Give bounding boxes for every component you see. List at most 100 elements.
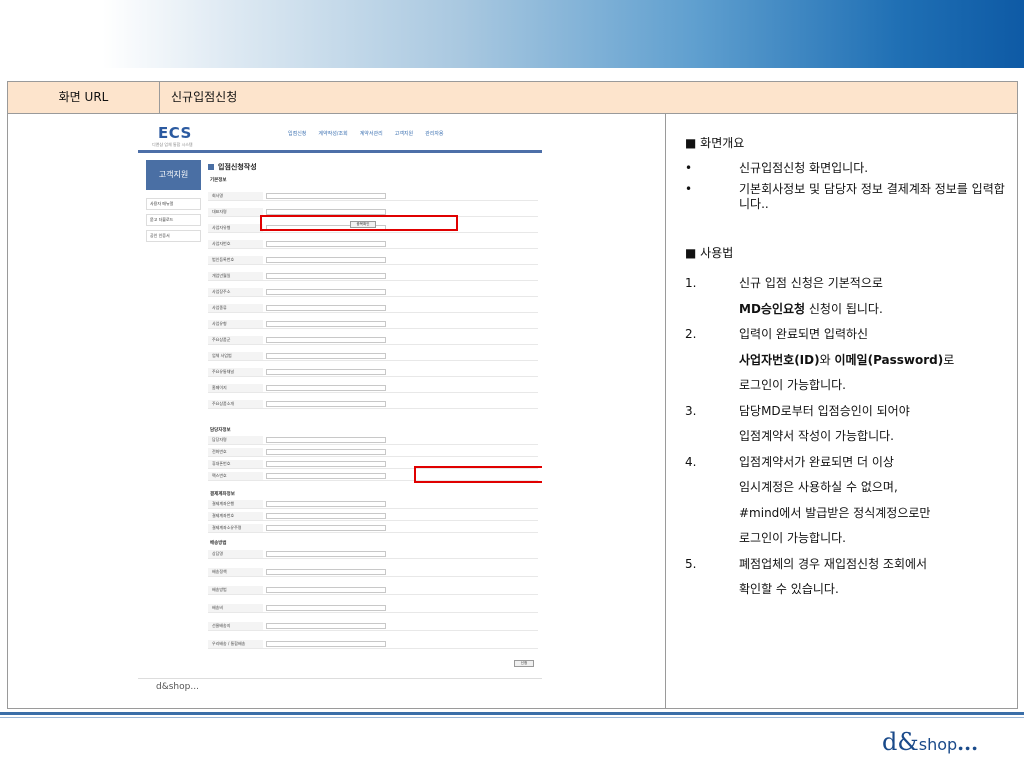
form-row: 배송정책 <box>208 568 538 577</box>
screenshot-panel: ECS 디앤샵 업체 통합 시스템 입점신청 계약작성/조회 계약서관리 고객지… <box>8 114 666 708</box>
form-input[interactable] <box>266 473 386 479</box>
form-label: 회사명 <box>208 192 263 200</box>
nav-item-contract[interactable]: 계약작성/조회 <box>318 130 347 137</box>
footer-divider <box>138 678 542 679</box>
form-input[interactable] <box>266 273 386 279</box>
description: ■ 화면개요 • 신규입점신청 화면입니다. • 기본회사정보 및 담당자 정보 결… <box>685 136 1005 596</box>
form-label: 결제계좌소유주명 <box>208 524 263 532</box>
form-input[interactable] <box>266 623 386 629</box>
nav-divider <box>138 150 542 153</box>
form-input[interactable] <box>266 305 386 311</box>
usage-title: ■ 사용법 <box>685 246 734 260</box>
screenshot: ECS 디앤샵 업체 통합 시스템 입점신청 계약작성/조회 계약서관리 고객지… <box>138 120 542 706</box>
form-label: 홈페이지 <box>208 384 263 392</box>
section-contact: 담당자정보 <box>210 428 231 433</box>
usage-step-1: 1. 신규 입점 신청은 기본적으로 <box>685 276 883 290</box>
form-input[interactable] <box>266 385 386 391</box>
form-input[interactable] <box>266 337 386 343</box>
form-label: 사업유형 <box>208 320 263 328</box>
form-row: 주요유통채널 <box>208 368 538 377</box>
form-input[interactable] <box>266 587 386 593</box>
usage-step-2: 2. 입력이 완료되면 입력하신 <box>685 327 869 341</box>
highlight-business-number <box>260 215 458 231</box>
side-item-cert[interactable]: 공인 인증서 <box>146 230 201 242</box>
form-input[interactable] <box>266 437 386 443</box>
header-label: 화면 URL <box>8 82 160 113</box>
form-input[interactable] <box>266 321 386 327</box>
form-label: 법인등록번호 <box>208 256 263 264</box>
description-panel: ■ 화면개요 • 신규입점신청 화면입니다. • 기본회사정보 및 담당자 정보 결… <box>667 114 1017 708</box>
nav-item-support[interactable]: 고객지원 <box>395 130 413 137</box>
form-row: 업체 사업범 <box>208 352 538 361</box>
form-label: 주요유통채널 <box>208 368 263 376</box>
form-row: 사업장주소 <box>208 288 538 297</box>
form-input[interactable] <box>266 461 386 467</box>
form-input[interactable] <box>266 369 386 375</box>
form-row: 사업종류 <box>208 304 538 313</box>
form-row: 상담명 <box>208 550 538 559</box>
form-input[interactable] <box>266 449 386 455</box>
brand-logo: d&shop... <box>882 728 979 756</box>
form-input[interactable] <box>266 193 386 199</box>
form-label: 전화번호 <box>208 448 263 456</box>
form-input[interactable] <box>266 289 386 295</box>
overview-title: ■ 화면개요 <box>685 136 745 150</box>
side-item-manual[interactable]: 사용자 매뉴얼 <box>146 198 201 210</box>
form-input[interactable] <box>266 353 386 359</box>
bottom-rule-thin <box>0 717 1024 718</box>
form-label: 사업자유형 <box>208 224 263 232</box>
form-title: 입점신청작성 <box>208 162 257 172</box>
section-shipping: 배송방법 <box>210 541 227 546</box>
bottom-rule <box>0 712 1024 715</box>
header-value: 신규입점신청 <box>171 90 238 104</box>
top-nav: 입점신청 계약작성/조회 계약서관리 고객지원 관리자용 <box>288 130 538 137</box>
form-row: 선물배송지 <box>208 622 538 631</box>
form-label: 결제계좌번호 <box>208 512 263 520</box>
form-row: 주요상품소개 <box>208 400 538 409</box>
usage-step-5: 5. 폐점업체의 경우 재입점신청 조회에서 <box>685 556 928 571</box>
form-input[interactable] <box>266 551 386 557</box>
overview-item: • 기본회사정보 및 담당자 정보 결제계좌 정보를 입력합니다.. <box>685 182 1005 211</box>
form-label: 주요상품소개 <box>208 400 263 408</box>
form-row: 전화번호 <box>208 448 538 457</box>
form-label: 대표자명 <box>208 208 263 216</box>
form-row: 담당자명 <box>208 436 538 445</box>
form-input[interactable] <box>266 513 386 519</box>
form-label: 주요상품군 <box>208 336 263 344</box>
nav-item-apply[interactable]: 입점신청 <box>288 130 306 137</box>
highlight-email <box>414 466 542 483</box>
ecs-logo-sub: 디앤샵 업체 통합 시스템 <box>152 142 193 147</box>
form-input[interactable] <box>266 605 386 611</box>
form-row: 주요상품군 <box>208 336 538 345</box>
form-row: 결제계좌은행 <box>208 500 538 509</box>
form-input[interactable] <box>266 257 386 263</box>
form-input[interactable] <box>266 501 386 507</box>
form-row: 회사명 <box>208 192 538 201</box>
side-item-download[interactable]: 묻고 더블로드 <box>146 214 201 226</box>
form-row: 결제계좌번호 <box>208 512 538 521</box>
form-row: 개업년월일 <box>208 272 538 281</box>
form-label: 상담명 <box>208 550 263 558</box>
form-label: 우리배송 / 통합배송 <box>208 640 263 648</box>
submit-button[interactable]: 신청 <box>514 660 534 667</box>
form-row: 홈페이지 <box>208 384 538 393</box>
form-label: 배송정책 <box>208 568 263 576</box>
form-label: 배송방법 <box>208 586 263 594</box>
form-label: 사업장주소 <box>208 288 263 296</box>
form-input[interactable] <box>266 525 386 531</box>
section-basic: 기본정보 <box>210 178 227 183</box>
footer-logo: d&shop... <box>156 682 199 692</box>
nav-item-admin[interactable]: 관리자용 <box>425 130 443 137</box>
form-input[interactable] <box>266 641 386 647</box>
form-label: 담당자명 <box>208 436 263 444</box>
form-input[interactable] <box>266 401 386 407</box>
form-label: 개업년월일 <box>208 272 263 280</box>
ecs-logo[interactable]: ECS <box>158 124 192 142</box>
form-input[interactable] <box>266 241 386 247</box>
nav-item-contract-manage[interactable]: 계약서관리 <box>360 130 383 137</box>
form-input[interactable] <box>266 569 386 575</box>
section-bank: 결제계좌정보 <box>210 492 235 497</box>
form-label: 선물배송지 <box>208 622 263 630</box>
top-banner <box>0 0 1024 68</box>
side-title: 고객지원 <box>146 160 201 190</box>
